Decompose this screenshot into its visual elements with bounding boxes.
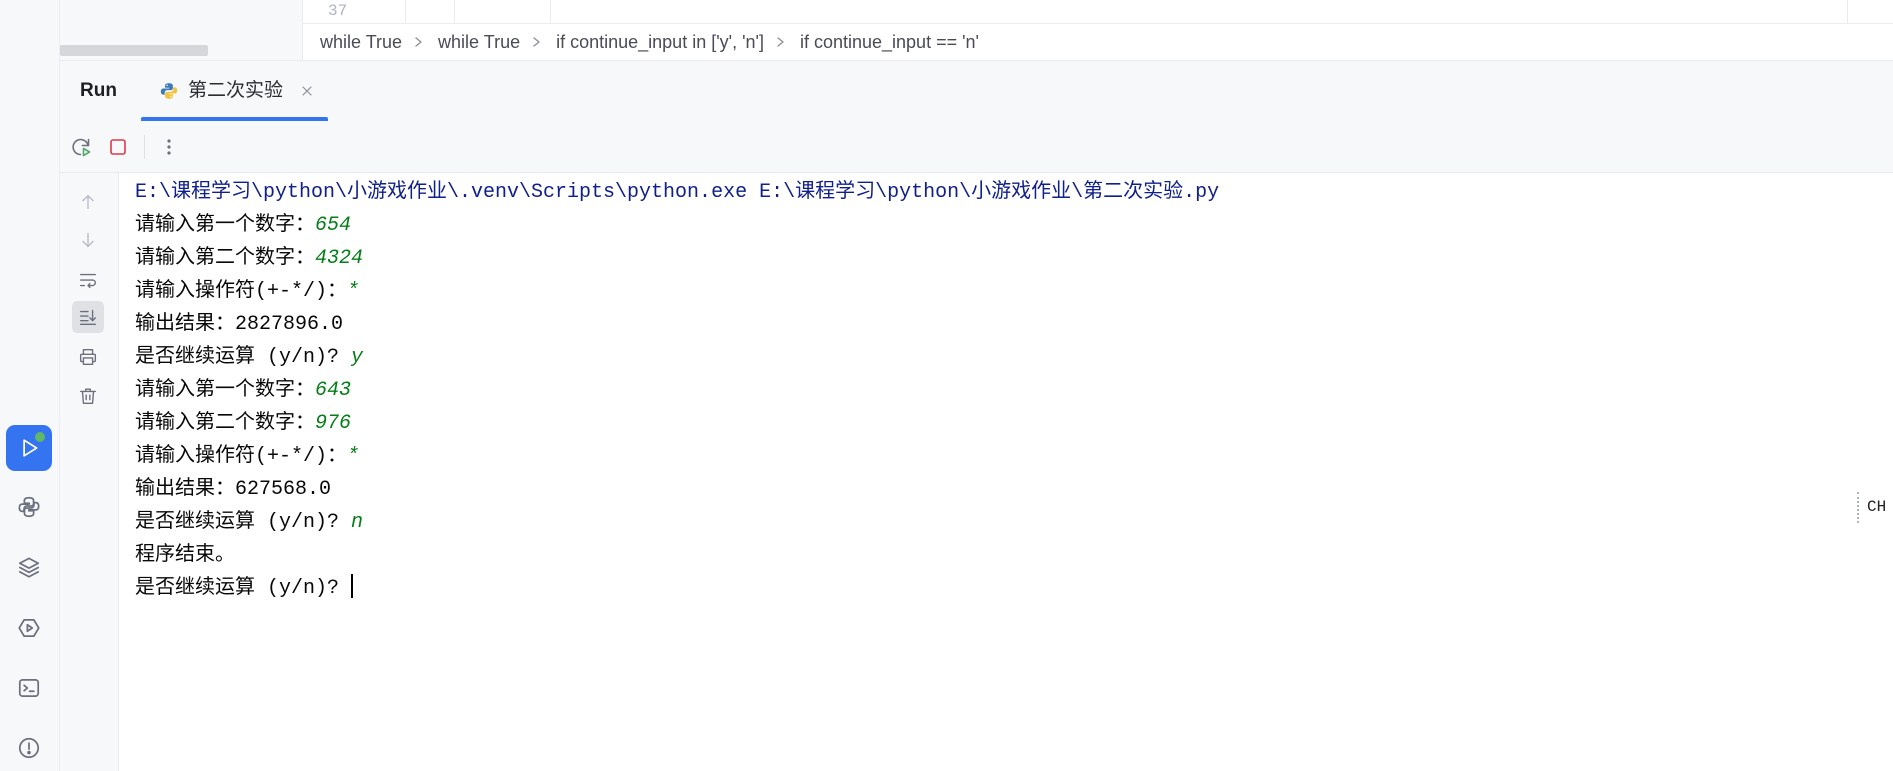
terminal-button[interactable] — [6, 665, 52, 711]
python-icon — [18, 496, 40, 518]
gutter-divider — [550, 0, 551, 23]
side-panel-bottom — [60, 0, 303, 60]
console-line: 输出结果：627568.0 — [135, 473, 1219, 506]
console-line: 请输入第二个数字：976 — [135, 407, 1219, 440]
prompt-text: 是否继续运算 (y/n)? — [135, 346, 352, 369]
console-line: 请输入第二个数字：4324 — [135, 242, 1219, 275]
user-input: * — [347, 280, 360, 303]
scroll-to-end-button[interactable] — [72, 301, 104, 333]
run-tool-button[interactable] — [6, 425, 52, 471]
console-text: E:\课程学习\python\小游戏作业\.venv\Scripts\pytho… — [135, 176, 1219, 605]
gutter-divider — [405, 0, 406, 23]
arrow-up-icon — [82, 194, 94, 210]
python-file-icon — [160, 83, 178, 99]
trash-icon — [79, 388, 97, 405]
console-line: 输出结果：2827896.0 — [135, 308, 1219, 341]
console-line: 请输入操作符(+-*/)：* — [135, 275, 1219, 308]
user-input: 643 — [315, 379, 352, 402]
breadcrumb-item[interactable]: if continue_input in ['y', 'n'] — [556, 32, 764, 53]
user-input: 654 — [315, 214, 352, 237]
services-icon — [18, 619, 40, 637]
console-line: 程序结束。 — [135, 539, 1219, 572]
console-side-toolbar — [60, 173, 119, 771]
prompt-text: 是否继续运算 (y/n)? — [135, 511, 352, 534]
clear-all-button[interactable] — [72, 380, 104, 412]
breadcrumb-item[interactable]: while True — [320, 32, 402, 53]
problems-icon — [18, 737, 40, 759]
output-text: 输出结果：627568.0 — [135, 478, 332, 501]
chevron-right-icon — [533, 37, 540, 47]
run-toolbar — [60, 121, 1893, 173]
breadcrumb: while True while True if continue_input … — [303, 24, 1893, 60]
text-cursor — [351, 574, 354, 599]
rerun-button[interactable] — [69, 135, 93, 159]
command-line-text: E:\课程学习\python\小游戏作业\.venv\Scripts\pytho… — [135, 181, 1220, 204]
gutter-divider — [454, 0, 455, 23]
editor-right-divider — [1847, 0, 1848, 23]
user-input: * — [347, 445, 360, 468]
console-line: 请输入第一个数字：643 — [135, 374, 1219, 407]
chevron-right-icon — [777, 37, 784, 47]
layers-icon — [18, 557, 40, 578]
console-line: 是否继续运算 (y/n)? y — [135, 341, 1219, 374]
output-text: 程序结束。 — [135, 544, 235, 567]
more-options-button[interactable] — [157, 135, 181, 159]
user-input: 4324 — [315, 247, 364, 270]
stop-icon — [110, 139, 126, 155]
problems-button[interactable] — [6, 725, 52, 771]
previous-occurrence-button[interactable] — [72, 186, 104, 218]
prompt-text: 请输入第一个数字： — [135, 214, 315, 237]
print-icon — [79, 348, 97, 366]
terminal-icon — [18, 679, 40, 697]
toolbar-separator — [144, 135, 145, 159]
soft-wrap-icon — [79, 273, 97, 289]
more-vertical-icon — [167, 139, 171, 155]
editor-bottom-strip: 37 while True while True if continue_inp… — [60, 0, 1893, 60]
scroll-to-end-icon — [79, 309, 97, 326]
prompt-text: 请输入第二个数字： — [135, 412, 315, 435]
prompt-text: 请输入第二个数字： — [135, 247, 315, 270]
close-icon[interactable] — [299, 83, 315, 99]
prompt-text: 请输入操作符(+-*/)： — [135, 280, 348, 303]
console-line: 请输入第一个数字：654 — [135, 209, 1219, 242]
prompt-text: 是否继续运算 (y/n)? — [135, 577, 352, 600]
breadcrumb-item[interactable]: while True — [438, 32, 520, 53]
line-number: 37 — [328, 2, 348, 20]
input-method-indicator[interactable]: CH — [1857, 492, 1886, 523]
editor-line-row: 37 — [303, 0, 1893, 24]
soft-wrap-button[interactable] — [72, 264, 104, 296]
chevron-right-icon — [415, 37, 422, 47]
python-packages-button[interactable] — [6, 484, 52, 530]
tab-label: 第二次实验 — [188, 80, 284, 101]
user-input: 976 — [315, 412, 352, 435]
prompt-text: 请输入操作符(+-*/)： — [135, 445, 348, 468]
tab-run-configuration[interactable]: 第二次实验 — [141, 61, 328, 121]
console-line: 是否继续运算 (y/n)? — [135, 572, 1219, 605]
tool-window-title: Run — [80, 80, 117, 101]
console-output[interactable]: E:\课程学习\python\小游戏作业\.venv\Scripts\pytho… — [119, 173, 1893, 771]
prompt-text: 请输入第一个数字： — [135, 379, 315, 402]
next-occurrence-button[interactable] — [72, 224, 104, 256]
console-line: 是否继续运算 (y/n)? n — [135, 506, 1219, 539]
print-button[interactable] — [72, 341, 104, 373]
breadcrumb-item[interactable]: if continue_input == 'n' — [800, 32, 979, 53]
user-input: y — [351, 346, 364, 369]
stop-button[interactable] — [106, 135, 130, 159]
console-line: 请输入操作符(+-*/)：* — [135, 440, 1219, 473]
layers-button[interactable] — [6, 544, 52, 590]
arrow-down-icon — [82, 232, 94, 248]
horizontal-scrollbar-thumb[interactable] — [60, 45, 208, 56]
running-indicator-dot — [35, 432, 45, 442]
rerun-icon — [72, 138, 91, 157]
run-tool-window-header: Run 第二次实验 — [60, 60, 1893, 121]
console-line: E:\课程学习\python\小游戏作业\.venv\Scripts\pytho… — [135, 176, 1219, 209]
user-input: n — [351, 511, 364, 534]
services-button[interactable] — [6, 605, 52, 651]
activity-bar — [0, 0, 60, 771]
output-text: 输出结果：2827896.0 — [135, 313, 344, 336]
